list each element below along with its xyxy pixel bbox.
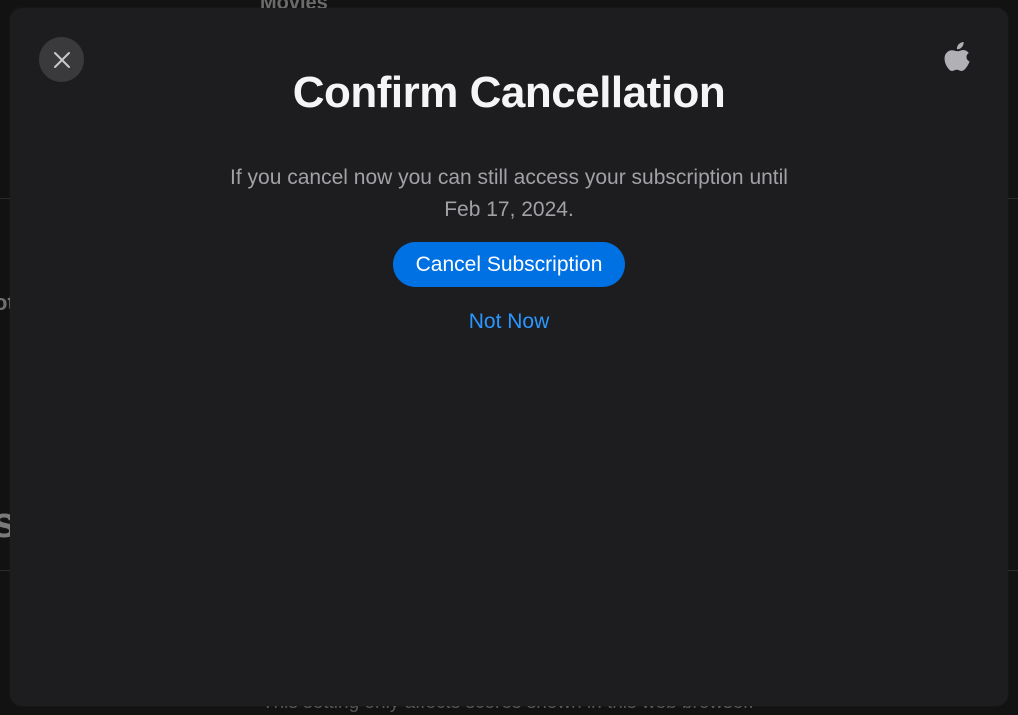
confirm-cancellation-dialog: Confirm Cancellation If you cancel now y… — [10, 8, 1008, 706]
close-icon — [53, 51, 70, 68]
not-now-link-row: Not Now — [10, 310, 1008, 334]
dialog-title: Confirm Cancellation — [292, 68, 726, 117]
dialog-message: If you cancel now you can still access y… — [230, 166, 788, 221]
not-now-link[interactable]: Not Now — [469, 310, 550, 333]
cancel-subscription-button[interactable]: Cancel Subscription — [393, 242, 625, 287]
